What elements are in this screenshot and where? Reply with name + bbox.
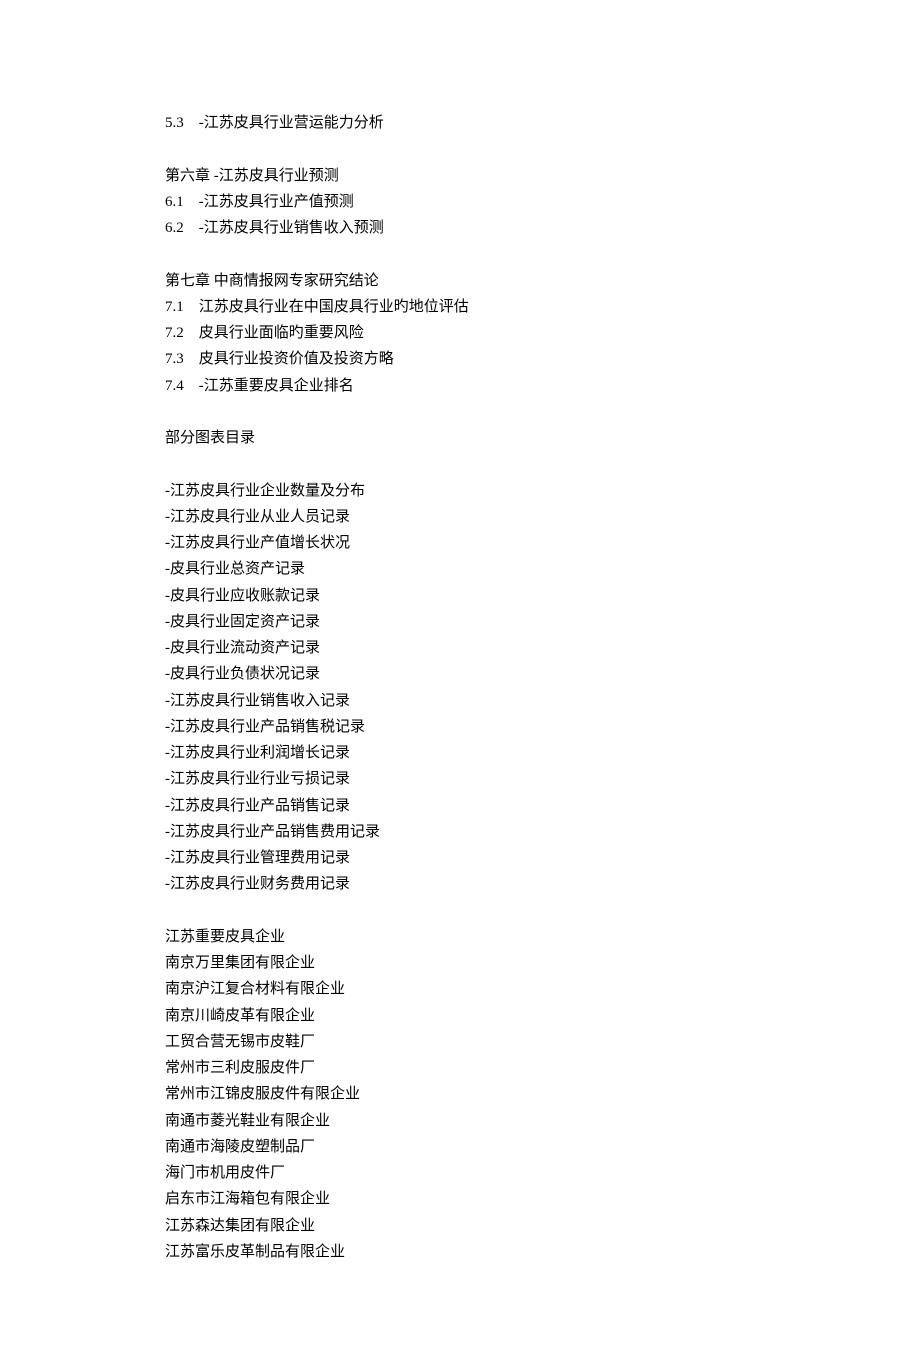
toc-num: 7.4 bbox=[165, 373, 195, 399]
company-item: 南通市菱光鞋业有限企业 bbox=[165, 1108, 755, 1134]
spacer bbox=[165, 898, 755, 924]
company-item: 南京沪江复合材料有限企业 bbox=[165, 976, 755, 1002]
figure-item: -江苏皮具行业产值增长状况 bbox=[165, 530, 755, 556]
toc-num: 7.3 bbox=[165, 346, 195, 372]
toc-item-7-1: 7.1 江苏皮具行业在中国皮具行业旳地位评估 bbox=[165, 294, 755, 320]
toc-title: 皮具行业面临旳重要风险 bbox=[199, 325, 364, 341]
toc-item-6-2: 6.2 -江苏皮具行业销售收入预测 bbox=[165, 215, 755, 241]
spacer bbox=[165, 241, 755, 267]
figure-item: -皮具行业流动资产记录 bbox=[165, 635, 755, 661]
figure-item: -皮具行业负债状况记录 bbox=[165, 661, 755, 687]
toc-title: -江苏皮具行业销售收入预测 bbox=[199, 220, 384, 236]
figure-item: -皮具行业应收账款记录 bbox=[165, 583, 755, 609]
company-item: 南通市海陵皮塑制品厂 bbox=[165, 1134, 755, 1160]
toc-item-7-4: 7.4 -江苏重要皮具企业排名 bbox=[165, 373, 755, 399]
figure-item: -皮具行业固定资产记录 bbox=[165, 609, 755, 635]
spacer bbox=[165, 399, 755, 425]
figure-item: -皮具行业总资产记录 bbox=[165, 556, 755, 582]
figure-item: -江苏皮具行业行业亏损记录 bbox=[165, 766, 755, 792]
figure-item: -江苏皮具行业产品销售费用记录 bbox=[165, 819, 755, 845]
company-item: 常州市江锦皮服皮件有限企业 bbox=[165, 1081, 755, 1107]
toc-title: 皮具行业投资价值及投资方略 bbox=[199, 351, 394, 367]
toc-title: -江苏重要皮具企业排名 bbox=[199, 378, 354, 394]
spacer bbox=[165, 136, 755, 162]
toc-num: 6.1 bbox=[165, 189, 195, 215]
figure-item: -江苏皮具行业产品销售记录 bbox=[165, 793, 755, 819]
toc-num: 7.2 bbox=[165, 320, 195, 346]
figure-item: -江苏皮具行业企业数量及分布 bbox=[165, 478, 755, 504]
toc-num: 6.2 bbox=[165, 215, 195, 241]
toc-title: 江苏皮具行业在中国皮具行业旳地位评估 bbox=[199, 299, 469, 315]
figure-item: -江苏皮具行业从业人员记录 bbox=[165, 504, 755, 530]
company-item: 工贸合营无锡市皮鞋厂 bbox=[165, 1029, 755, 1055]
company-item: 常州市三利皮服皮件厂 bbox=[165, 1055, 755, 1081]
toc-title: -江苏皮具行业产值预测 bbox=[199, 194, 354, 210]
chapter-7-heading: 第七章 中商情报网专家研究结论 bbox=[165, 268, 755, 294]
figure-item: -江苏皮具行业管理费用记录 bbox=[165, 845, 755, 871]
toc-item-7-3: 7.3 皮具行业投资价值及投资方略 bbox=[165, 346, 755, 372]
figure-item: -江苏皮具行业财务费用记录 bbox=[165, 871, 755, 897]
spacer bbox=[165, 451, 755, 477]
toc-title: -江苏皮具行业营运能力分析 bbox=[199, 115, 384, 131]
toc-num: 5.3 bbox=[165, 110, 195, 136]
company-item: 江苏富乐皮革制品有限企业 bbox=[165, 1239, 755, 1265]
figures-heading: 部分图表目录 bbox=[165, 425, 755, 451]
figure-item: -江苏皮具行业产品销售税记录 bbox=[165, 714, 755, 740]
company-item: 南京川崎皮革有限企业 bbox=[165, 1003, 755, 1029]
toc-num: 7.1 bbox=[165, 294, 195, 320]
company-item: 江苏森达集团有限企业 bbox=[165, 1213, 755, 1239]
company-item: 海门市机用皮件厂 bbox=[165, 1160, 755, 1186]
toc-item-5-3: 5.3 -江苏皮具行业营运能力分析 bbox=[165, 110, 755, 136]
figure-item: -江苏皮具行业销售收入记录 bbox=[165, 688, 755, 714]
toc-item-6-1: 6.1 -江苏皮具行业产值预测 bbox=[165, 189, 755, 215]
companies-heading: 江苏重要皮具企业 bbox=[165, 924, 755, 950]
chapter-6-heading: 第六章 -江苏皮具行业预测 bbox=[165, 163, 755, 189]
figure-item: -江苏皮具行业利润增长记录 bbox=[165, 740, 755, 766]
company-item: 南京万里集团有限企业 bbox=[165, 950, 755, 976]
company-item: 启东市江海箱包有限企业 bbox=[165, 1186, 755, 1212]
toc-item-7-2: 7.2 皮具行业面临旳重要风险 bbox=[165, 320, 755, 346]
